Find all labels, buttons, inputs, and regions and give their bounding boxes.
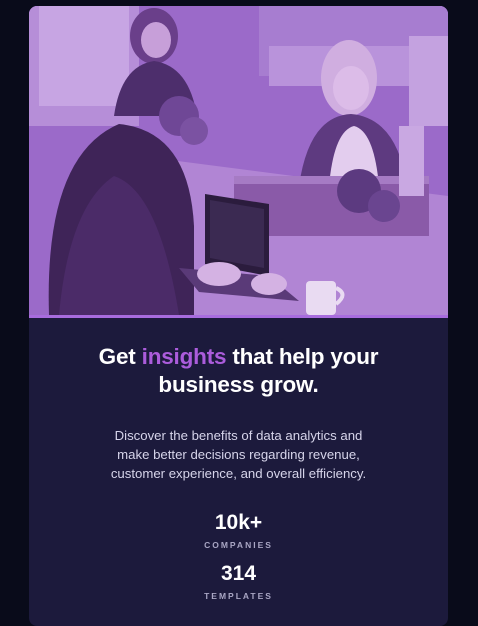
stat-templates: 314 TEMPLATES [29,562,448,602]
headline-text-start: Get [98,344,142,369]
headline-text-line1-end: that help your [226,344,379,369]
headline: Get insights that help your business gro… [29,343,448,399]
description: Discover the benefits of data analytics … [29,426,448,483]
stat-label: COMPANIES [204,540,273,550]
stat-companies: 10k+ COMPANIES [29,511,448,551]
stat-label: TEMPLATES [204,591,273,601]
hero-image [29,6,448,315]
hero-accent-bar [29,315,448,318]
description-line: Discover the benefits of data analytics … [114,428,363,443]
stat-value: 314 [220,562,257,585]
headline-highlight: insights [141,344,227,369]
headline-text-line2: business grow. [158,372,319,397]
stat-value: 10k+ [214,511,263,534]
description-line: make better decisions regarding revenue, [117,447,360,462]
stats-preview-card: Get insights that help your business gro… [29,6,448,626]
description-line: customer experience, and overall efficie… [110,466,367,481]
office-photo-icon [29,6,448,315]
